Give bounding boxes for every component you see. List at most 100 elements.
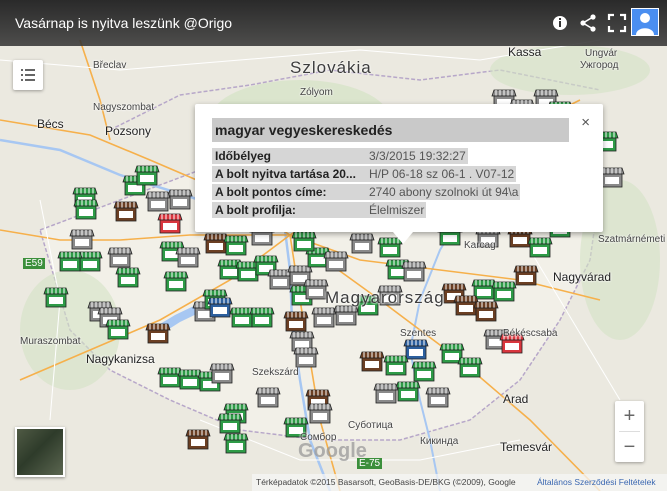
store-marker[interactable] bbox=[229, 307, 255, 328]
store-marker[interactable] bbox=[349, 233, 375, 254]
label-nagyvarad: Nagyvárad bbox=[553, 270, 612, 284]
label-ungvar: Ungvár bbox=[585, 48, 618, 59]
label-ungvar-cyr: Ужгород bbox=[580, 60, 619, 71]
attribution-bar: Térképadatok ©2015 Basarsoft, GeoBasis-D… bbox=[0, 474, 667, 491]
label-breclav: Břeclav bbox=[93, 60, 127, 71]
label-muraszombat: Muraszombat bbox=[20, 336, 81, 347]
label-szentes: Szentes bbox=[400, 328, 437, 339]
map-app: Szlovákia Magyarország Bécs Pozsony Nagy… bbox=[0, 0, 667, 491]
store-marker[interactable] bbox=[203, 233, 229, 254]
satellite-view-toggle[interactable] bbox=[15, 427, 65, 477]
store-marker[interactable] bbox=[323, 251, 349, 272]
info-icon[interactable] bbox=[549, 12, 571, 34]
avatar[interactable] bbox=[631, 8, 659, 36]
store-marker[interactable] bbox=[293, 347, 319, 368]
store-marker[interactable] bbox=[411, 361, 437, 382]
popup-value: 2740 abony szolnoki út 94\a bbox=[365, 184, 521, 200]
store-marker[interactable] bbox=[73, 199, 99, 220]
google-logo: Google bbox=[298, 440, 367, 462]
label-pozsony: Pozsony bbox=[105, 124, 152, 138]
store-marker[interactable] bbox=[209, 363, 235, 384]
store-marker[interactable] bbox=[425, 387, 451, 408]
store-marker[interactable] bbox=[105, 319, 131, 340]
popup-key: Időbélyeg bbox=[212, 148, 365, 164]
forest-area bbox=[20, 270, 120, 390]
store-marker[interactable] bbox=[177, 369, 203, 390]
store-marker[interactable] bbox=[291, 231, 317, 252]
popup-key: A bolt nyitva tartása 20... bbox=[212, 166, 365, 182]
top-bar: Vasárnap is nyitva leszünk @Origo bbox=[0, 0, 667, 46]
attribution-text: Térképadatok ©2015 Basarsoft, GeoBasis-D… bbox=[256, 477, 516, 487]
store-marker[interactable] bbox=[395, 381, 421, 402]
popup-value: 3/3/2015 19:32:27 bbox=[365, 148, 468, 164]
store-marker[interactable] bbox=[599, 167, 625, 188]
label-nagyszombat: Nagyszombat bbox=[93, 102, 155, 113]
store-marker[interactable] bbox=[223, 433, 249, 454]
store-marker[interactable] bbox=[267, 269, 293, 290]
store-marker[interactable] bbox=[359, 351, 385, 372]
label-szekszard: Szekszárd bbox=[252, 367, 299, 378]
store-marker[interactable] bbox=[175, 247, 201, 268]
store-marker[interactable] bbox=[107, 247, 133, 268]
close-icon[interactable]: × bbox=[581, 114, 590, 131]
list-icon bbox=[21, 69, 35, 81]
store-marker[interactable] bbox=[185, 429, 211, 450]
store-marker[interactable] bbox=[473, 301, 499, 322]
store-marker[interactable] bbox=[43, 287, 69, 308]
label-szlovakia: Szlovákia bbox=[290, 58, 372, 77]
store-marker[interactable] bbox=[527, 237, 553, 258]
store-marker[interactable] bbox=[403, 339, 429, 360]
share-icon[interactable] bbox=[578, 12, 600, 34]
store-marker[interactable] bbox=[69, 229, 95, 250]
store-marker[interactable] bbox=[255, 387, 281, 408]
popup-value: H/P 06-18 sz 06-1 . V07-12 bbox=[365, 166, 517, 182]
store-info-popup: magyar vegyeskereskedés × Időbélyeg 3/3/… bbox=[195, 104, 603, 244]
zoom-in-button[interactable]: + bbox=[615, 401, 644, 431]
label-kikinda: Кикинда bbox=[420, 436, 459, 447]
user-icon bbox=[636, 13, 654, 35]
label-arad: Arad bbox=[503, 392, 529, 406]
map-title: Vasárnap is nyitva leszünk @Origo bbox=[15, 15, 233, 31]
store-marker[interactable] bbox=[207, 297, 233, 318]
store-marker[interactable] bbox=[513, 265, 539, 286]
store-marker[interactable] bbox=[383, 355, 409, 376]
store-marker[interactable] bbox=[145, 191, 171, 212]
label-becs: Bécs bbox=[37, 117, 64, 131]
store-marker[interactable] bbox=[217, 413, 243, 434]
store-marker[interactable] bbox=[283, 311, 309, 332]
store-marker[interactable] bbox=[373, 383, 399, 404]
store-marker[interactable] bbox=[77, 251, 103, 272]
zoom-out-button[interactable]: − bbox=[615, 432, 644, 462]
popup-pointer bbox=[393, 232, 413, 244]
popup-key: A bolt profilja: bbox=[212, 202, 365, 218]
store-marker[interactable] bbox=[249, 307, 275, 328]
label-temesvar: Temesvár bbox=[500, 440, 553, 454]
store-marker[interactable] bbox=[491, 281, 517, 302]
label-e59: E59 bbox=[23, 258, 45, 269]
fullscreen-icon[interactable] bbox=[606, 12, 628, 34]
popup-title: magyar vegyeskereskedés bbox=[212, 118, 569, 142]
store-marker[interactable] bbox=[453, 295, 479, 316]
store-marker[interactable] bbox=[157, 213, 183, 234]
label-nagykanizsa: Nagykanizsa bbox=[86, 352, 155, 366]
terms-link[interactable]: Általános Szerződési Feltételek bbox=[537, 477, 656, 487]
store-marker[interactable] bbox=[401, 261, 427, 282]
store-marker[interactable] bbox=[145, 323, 171, 344]
store-marker[interactable] bbox=[57, 251, 83, 272]
store-marker[interactable] bbox=[134, 165, 160, 186]
label-kassa: Kassa bbox=[508, 45, 542, 59]
legend-button[interactable] bbox=[13, 60, 43, 90]
store-marker[interactable] bbox=[157, 367, 183, 388]
label-subotica: Суботица bbox=[348, 420, 393, 431]
store-marker[interactable] bbox=[311, 307, 337, 328]
store-marker[interactable] bbox=[163, 271, 189, 292]
store-marker[interactable] bbox=[167, 189, 193, 210]
store-marker[interactable] bbox=[115, 267, 141, 288]
store-marker[interactable] bbox=[223, 235, 249, 256]
label-bekescsaba: Békéscsaba bbox=[503, 328, 558, 339]
store-marker[interactable] bbox=[113, 201, 139, 222]
store-marker[interactable] bbox=[457, 357, 483, 378]
store-marker[interactable] bbox=[333, 305, 359, 326]
popup-key: A bolt pontos címe: bbox=[212, 184, 365, 200]
store-marker[interactable] bbox=[307, 403, 333, 424]
